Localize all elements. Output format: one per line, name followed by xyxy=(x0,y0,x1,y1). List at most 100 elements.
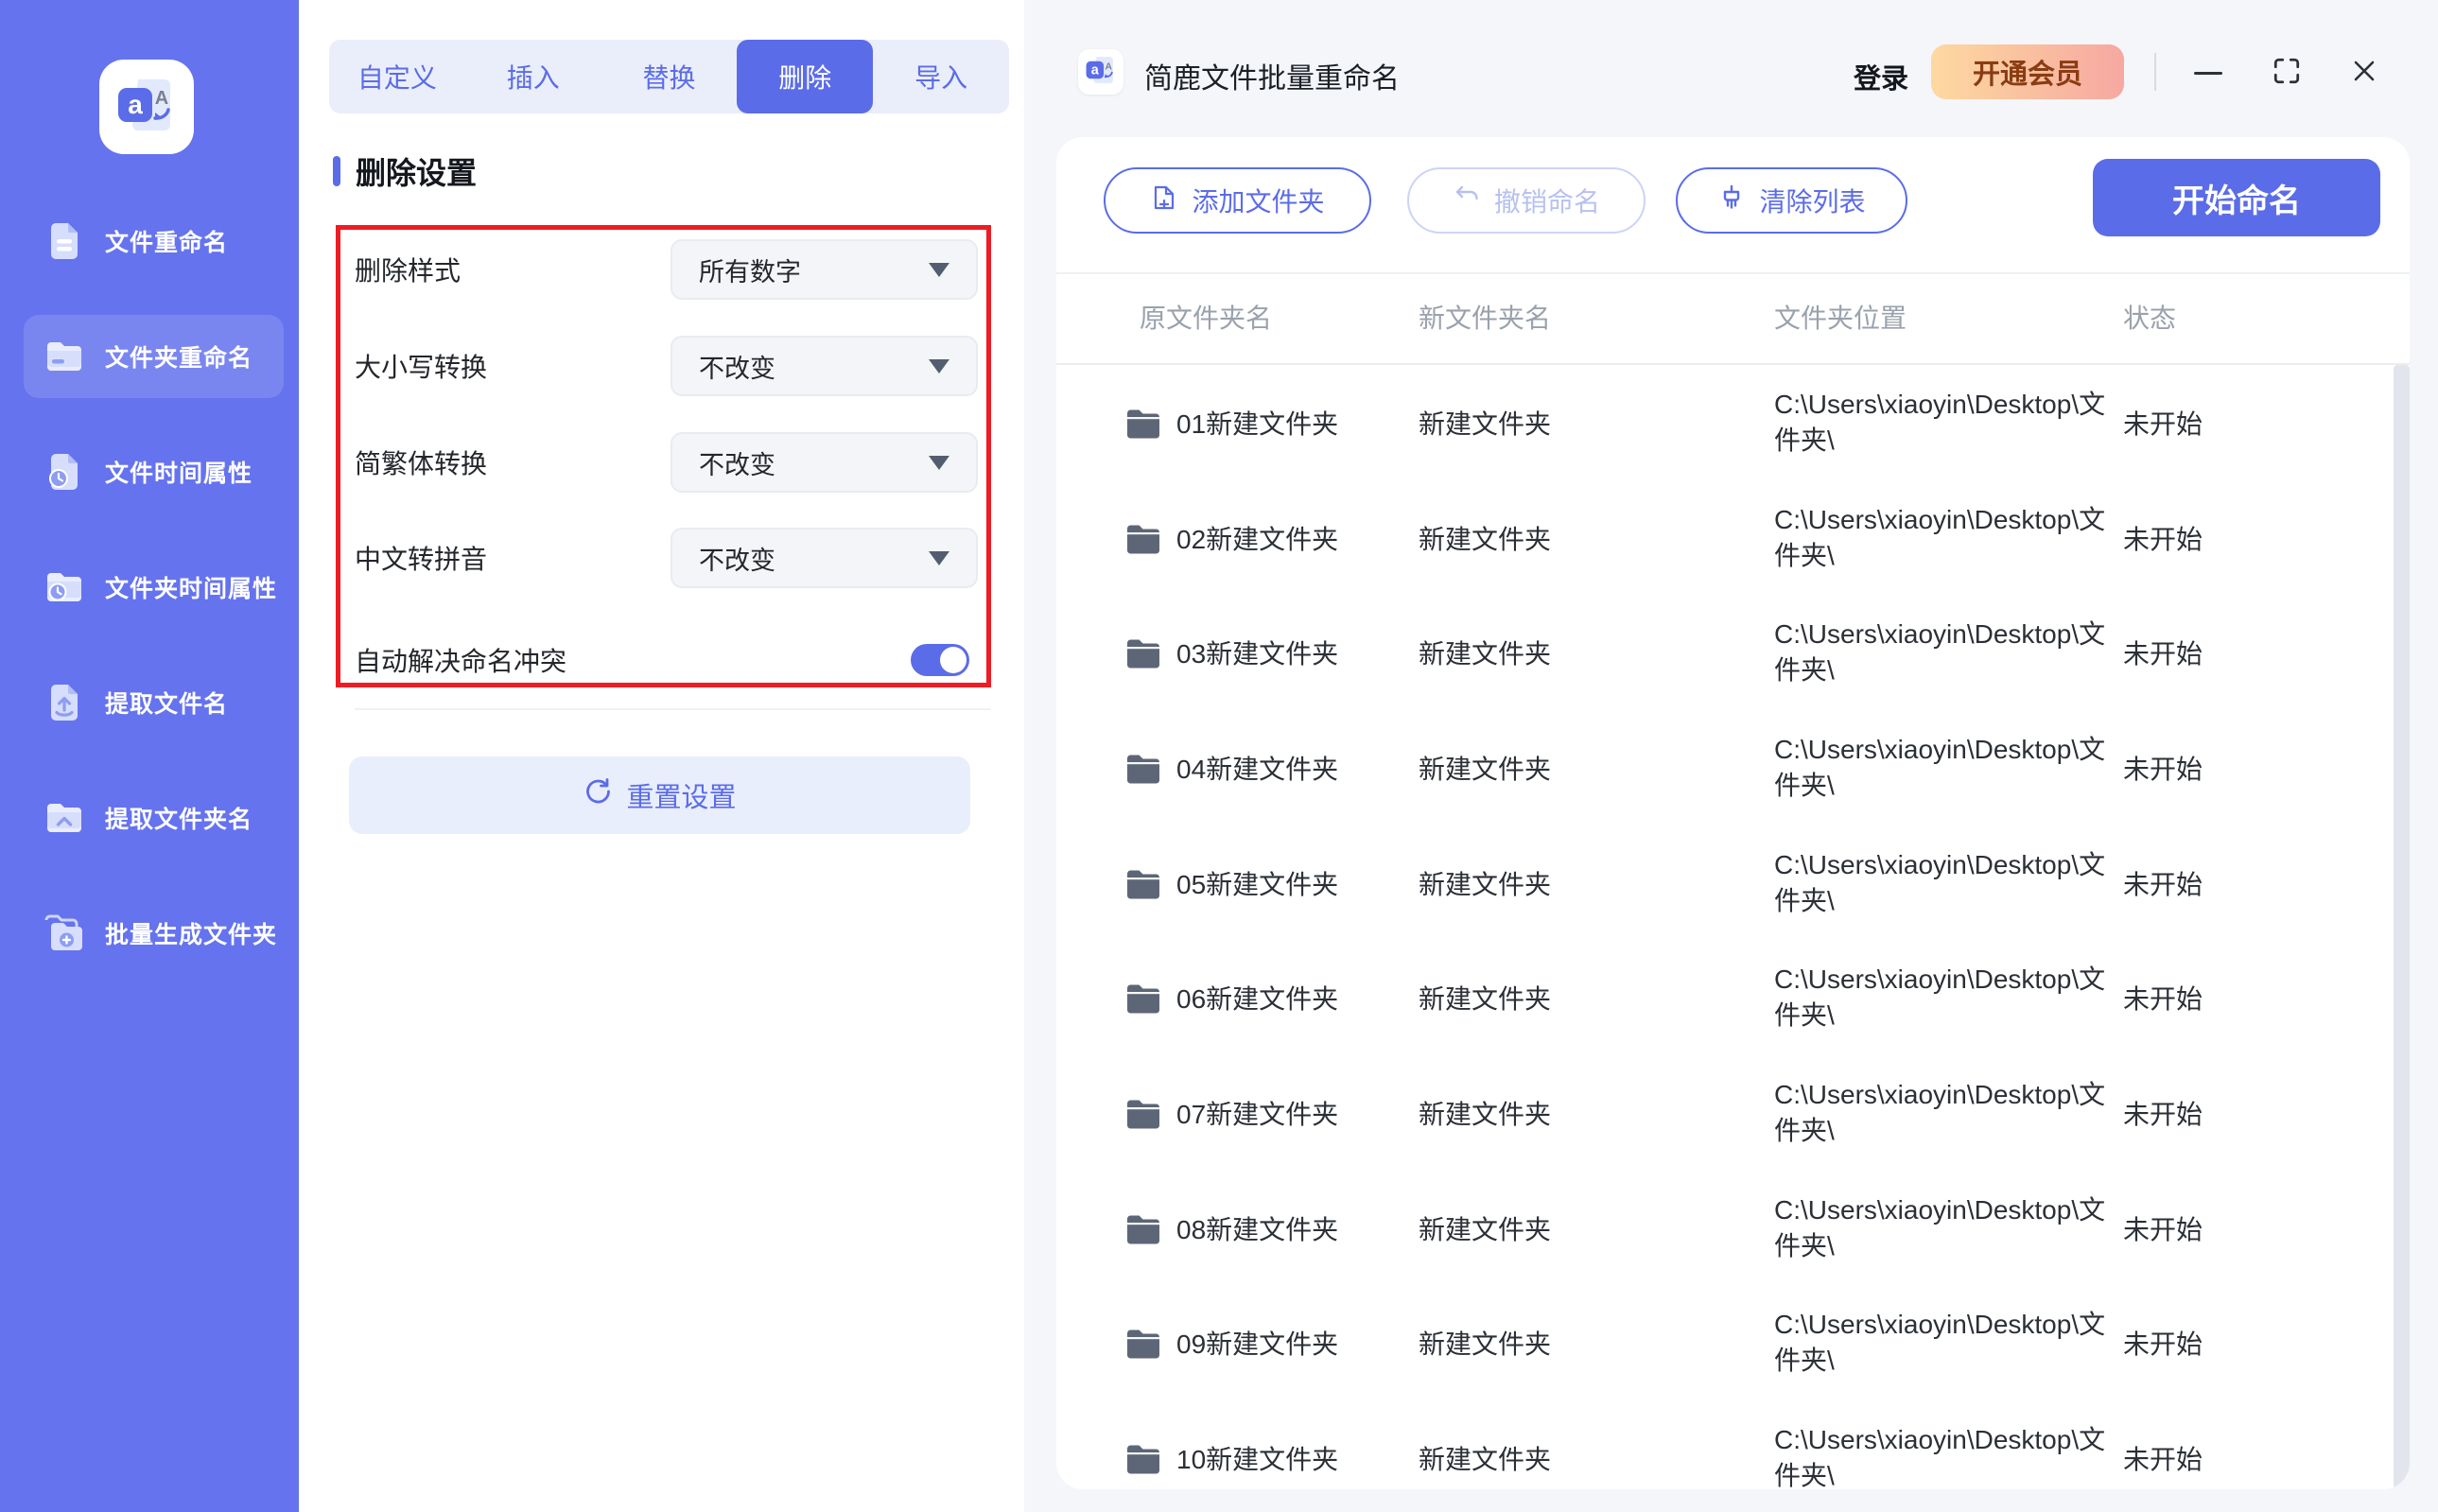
divider xyxy=(355,708,991,710)
original-folder-name: 01新建文件夹 xyxy=(1176,408,1339,439)
folder-icon xyxy=(1125,1327,1161,1359)
folder-path: C:\Users\xiaoyin\Desktop\文件夹\ xyxy=(1774,1310,2106,1376)
folder-icon xyxy=(1125,1212,1161,1244)
table-row[interactable]: 05新建文件夹 新建文件夹 C:\Users\xiaoyin\Desktop\文… xyxy=(1056,826,2393,941)
status-text: 未开始 xyxy=(2123,869,2203,899)
sidebar-item-label: 提取文件名 xyxy=(105,691,229,718)
add-folder-icon xyxy=(1150,183,1178,218)
chevron-down-icon xyxy=(929,358,949,374)
mode-tab[interactable]: 导入 xyxy=(873,40,1009,113)
original-folder-name: 06新建文件夹 xyxy=(1176,984,1339,1015)
traditional-convert-select[interactable]: 不改变 xyxy=(670,432,978,493)
add-folder-button[interactable]: 添加文件夹 xyxy=(1104,167,1371,234)
app-logo: aA xyxy=(99,60,194,154)
field-label: 自动解决命名冲突 xyxy=(355,647,567,676)
titlebar-separator xyxy=(2154,53,2156,91)
pinyin-convert-select[interactable]: 不改变 xyxy=(670,528,978,588)
table-row[interactable]: 02新建文件夹 新建文件夹 C:\Users\xiaoyin\Desktop\文… xyxy=(1056,480,2393,596)
table-row[interactable]: 01新建文件夹 新建文件夹 C:\Users\xiaoyin\Desktop\文… xyxy=(1056,365,2393,480)
case-convert-select[interactable]: 不改变 xyxy=(670,336,978,396)
login-button[interactable]: 登录 xyxy=(1854,57,1908,96)
sidebar-item-icon xyxy=(43,335,86,378)
undo-rename-button[interactable]: 撤销命名 xyxy=(1407,167,1646,234)
svg-text:a: a xyxy=(1091,62,1100,78)
new-folder-name: 新建文件夹 xyxy=(1419,1330,1552,1360)
reset-button-label: 重置设置 xyxy=(626,783,737,813)
form-row-traditional-convert: 简繁体转换 不改变 xyxy=(355,432,991,493)
sidebar-item[interactable]: 批量生成文件夹 xyxy=(0,876,299,991)
table-row[interactable]: 07新建文件夹 新建文件夹 C:\Users\xiaoyin\Desktop\文… xyxy=(1056,1055,2393,1171)
minimize-icon xyxy=(2194,71,2222,75)
undo-label: 撤销命名 xyxy=(1493,187,1600,217)
clear-list-icon xyxy=(1717,183,1746,218)
start-rename-button[interactable]: 开始命名 xyxy=(2093,159,2380,236)
new-folder-name: 新建文件夹 xyxy=(1419,639,1552,669)
column-header-path: 文件夹位置 xyxy=(1774,304,1907,333)
table-row[interactable]: 10新建文件夹 新建文件夹 C:\Users\xiaoyin\Desktop\文… xyxy=(1056,1400,2393,1489)
sidebar-item[interactable]: 文件夹重命名 xyxy=(0,299,299,414)
folder-path: C:\Users\xiaoyin\Desktop\文件夹\ xyxy=(1774,965,2106,1031)
new-folder-name: 新建文件夹 xyxy=(1419,1214,1552,1244)
new-folder-name: 新建文件夹 xyxy=(1419,1445,1552,1475)
sidebar-item-icon xyxy=(43,219,86,263)
folder-path: C:\Users\xiaoyin\Desktop\文件夹\ xyxy=(1774,504,2106,570)
auto-conflict-toggle[interactable] xyxy=(911,644,969,676)
original-folder-name: 04新建文件夹 xyxy=(1176,754,1339,784)
add-folder-label: 添加文件夹 xyxy=(1192,187,1325,217)
mode-tab[interactable]: 自定义 xyxy=(329,40,465,113)
folder-table-body: 01新建文件夹 新建文件夹 C:\Users\xiaoyin\Desktop\文… xyxy=(1056,365,2393,1489)
chevron-down-icon xyxy=(929,262,949,277)
chevron-down-icon xyxy=(929,455,949,470)
mode-tab[interactable]: 替换 xyxy=(601,40,738,113)
table-scrollbar[interactable] xyxy=(2394,365,2410,1489)
folder-path: C:\Users\xiaoyin\Desktop\文件夹\ xyxy=(1774,389,2106,455)
select-value: 不改变 xyxy=(699,546,775,575)
divider xyxy=(1056,272,2410,274)
close-icon xyxy=(2350,57,2378,90)
table-row[interactable]: 04新建文件夹 新建文件夹 C:\Users\xiaoyin\Desktop\文… xyxy=(1056,710,2393,826)
original-folder-name: 08新建文件夹 xyxy=(1176,1214,1339,1244)
folder-icon xyxy=(1125,752,1161,784)
clear-list-button[interactable]: 清除列表 xyxy=(1676,167,1907,234)
table-row[interactable]: 03新建文件夹 新建文件夹 C:\Users\xiaoyin\Desktop\文… xyxy=(1056,595,2393,710)
vip-button[interactable]: 开通会员 xyxy=(1931,44,2124,99)
table-row[interactable]: 09新建文件夹 新建文件夹 C:\Users\xiaoyin\Desktop\文… xyxy=(1056,1286,2393,1401)
sidebar-item[interactable]: 提取文件夹名 xyxy=(0,760,299,876)
status-text: 未开始 xyxy=(2123,408,2203,439)
original-folder-name: 05新建文件夹 xyxy=(1176,869,1339,899)
status-text: 未开始 xyxy=(2123,1445,2203,1475)
sidebar-item-icon xyxy=(43,565,86,609)
field-label: 中文转拼音 xyxy=(355,545,488,574)
new-folder-name: 新建文件夹 xyxy=(1419,1099,1552,1129)
mode-tab[interactable]: 删除 xyxy=(737,40,874,113)
folder-icon xyxy=(1125,636,1161,669)
table-row[interactable]: 06新建文件夹 新建文件夹 C:\Users\xiaoyin\Desktop\文… xyxy=(1056,940,2393,1055)
reset-settings-button[interactable]: 重置设置 xyxy=(349,756,970,834)
sidebar-item[interactable]: 文件夹时间属性 xyxy=(0,530,299,645)
sidebar-nav: 文件重命名 文件夹重命名 文件时间属性 文件夹时间属性 提取文件名 提取文件夹名… xyxy=(0,183,299,991)
sidebar-item[interactable]: 文件时间属性 xyxy=(0,414,299,530)
chevron-down-icon xyxy=(929,550,949,565)
toggle-knob xyxy=(940,647,966,673)
table-row[interactable]: 08新建文件夹 新建文件夹 C:\Users\xiaoyin\Desktop\文… xyxy=(1056,1171,2393,1286)
undo-icon xyxy=(1453,183,1481,218)
close-button[interactable] xyxy=(2343,52,2385,94)
delete-style-select[interactable]: 所有数字 xyxy=(670,239,978,300)
sidebar-item-label: 文件时间属性 xyxy=(105,461,253,487)
status-text: 未开始 xyxy=(2123,754,2203,784)
new-folder-name: 新建文件夹 xyxy=(1419,984,1552,1015)
sidebar-item-label: 文件夹时间属性 xyxy=(105,576,278,602)
maximize-button[interactable] xyxy=(2266,52,2307,94)
sidebar-item-icon xyxy=(43,450,86,494)
status-text: 未开始 xyxy=(2123,524,2203,554)
mode-tab[interactable]: 插入 xyxy=(465,40,601,113)
section-header: 删除设置 xyxy=(333,149,477,193)
sidebar-item[interactable]: 文件重命名 xyxy=(0,183,299,299)
sidebar-item-icon xyxy=(43,681,86,724)
sidebar-item[interactable]: 提取文件名 xyxy=(0,645,299,760)
minimize-button[interactable] xyxy=(2187,52,2229,94)
new-folder-name: 新建文件夹 xyxy=(1419,754,1552,784)
section-accent-bar xyxy=(333,156,340,186)
clear-list-label: 清除列表 xyxy=(1759,187,1866,217)
status-text: 未开始 xyxy=(2123,984,2203,1015)
